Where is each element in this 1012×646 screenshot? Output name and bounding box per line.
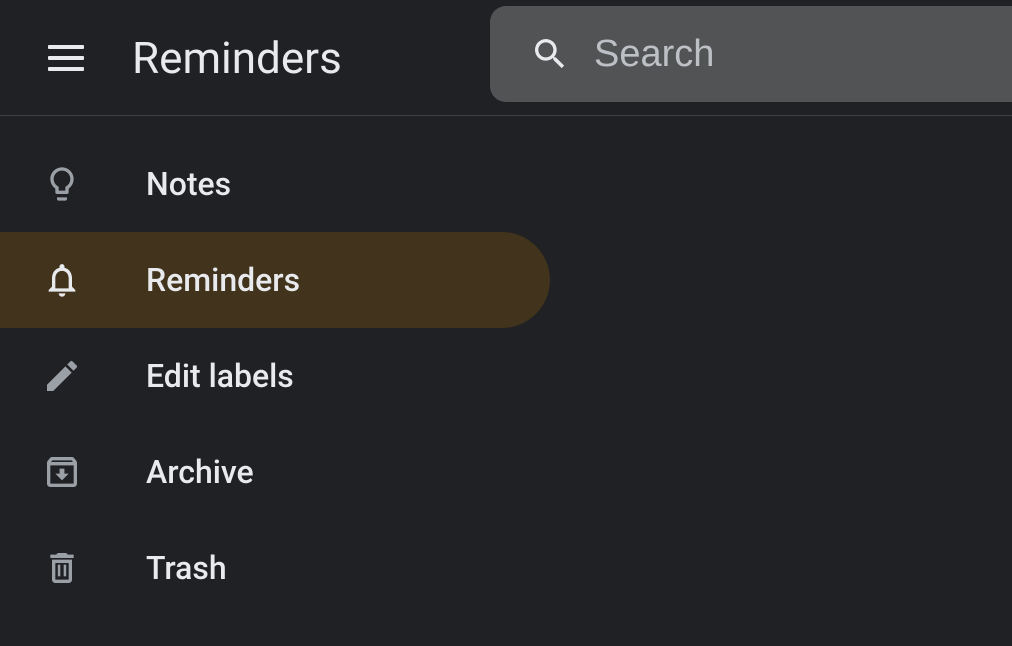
pencil-icon — [42, 356, 82, 396]
sidebar-item-label: Reminders — [146, 261, 300, 299]
hamburger-icon — [48, 45, 84, 71]
sidebar-item-label: Edit labels — [146, 357, 294, 395]
sidebar-item-archive[interactable]: Archive — [0, 424, 550, 520]
menu-button[interactable] — [42, 34, 90, 82]
page-title: Reminders — [132, 32, 342, 84]
sidebar-item-label: Trash — [146, 549, 227, 587]
search-input[interactable] — [594, 33, 994, 76]
search-bar[interactable] — [490, 6, 1012, 102]
sidebar-item-reminders[interactable]: Reminders — [0, 232, 550, 328]
bell-icon — [42, 260, 82, 300]
sidebar-item-edit-labels[interactable]: Edit labels — [0, 328, 550, 424]
search-icon — [526, 30, 574, 78]
archive-icon — [42, 452, 82, 492]
sidebar: Notes Reminders Edit labels Archive — [0, 116, 1012, 616]
lightbulb-icon — [42, 164, 82, 204]
trash-icon — [42, 548, 82, 588]
sidebar-item-label: Archive — [146, 453, 254, 491]
header: Reminders — [0, 0, 1012, 116]
sidebar-item-notes[interactable]: Notes — [0, 136, 550, 232]
sidebar-item-trash[interactable]: Trash — [0, 520, 550, 616]
sidebar-item-label: Notes — [146, 165, 231, 203]
